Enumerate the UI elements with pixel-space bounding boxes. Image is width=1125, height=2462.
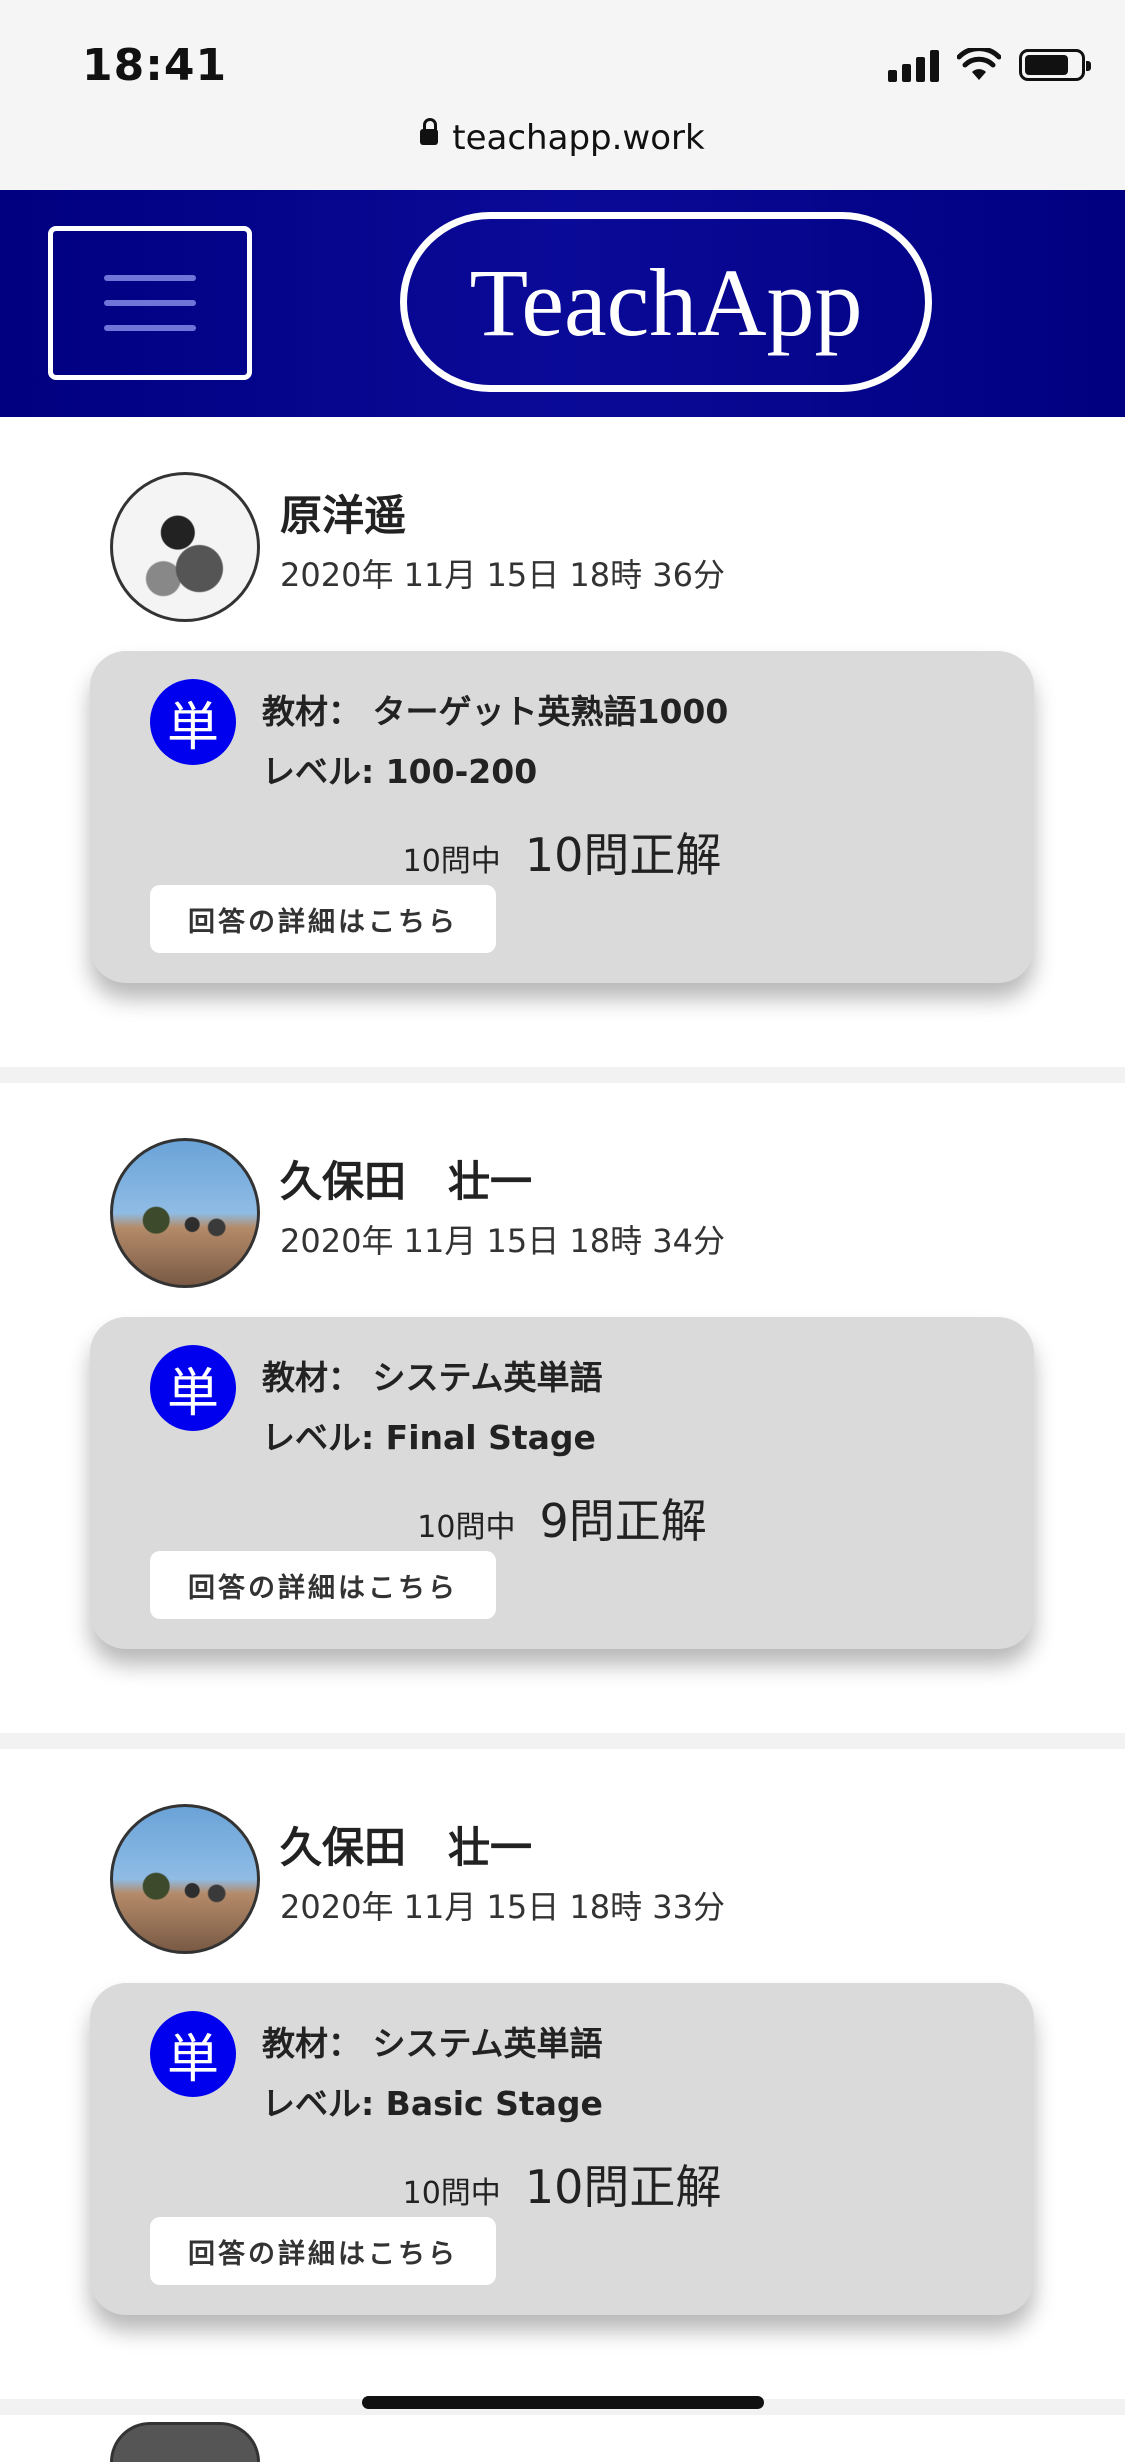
vocabulary-icon: 単 (150, 1345, 236, 1431)
score: 10問中 10問正解 (90, 2151, 1034, 2217)
post-date: 2020年 11月 15日 18時 33分 (280, 1888, 726, 1926)
post-date: 2020年 11月 15日 18時 34分 (280, 1222, 726, 1260)
avatar[interactable] (110, 2422, 260, 2462)
user-name: 原洋遥 (280, 491, 407, 540)
brand-logo[interactable]: TeachApp (400, 212, 932, 392)
material-label: 教材： ターゲット英熟語1000 (262, 692, 729, 731)
status-icons (888, 48, 1091, 82)
avatar[interactable] (110, 472, 260, 622)
answer-detail-button[interactable]: 回答の詳細はこちら (150, 2217, 496, 2285)
post-date: 2020年 11月 15日 18時 36分 (280, 556, 726, 594)
brand-text: TeachApp (469, 248, 863, 356)
result-card: 単 教材： システム英単語 レベル: Final Stage 10問中 9問正解 … (90, 1317, 1034, 1649)
avatar[interactable] (110, 1138, 260, 1288)
correct-count: 9問正解 (539, 1494, 707, 1548)
level-label: レベル: 100-200 (262, 752, 538, 791)
material-label: 教材： システム英単語 (262, 2024, 603, 2063)
url-text: teachapp.work (452, 118, 705, 158)
app-header: TeachApp (0, 190, 1125, 417)
level-label: レベル: Basic Stage (262, 2084, 603, 2123)
question-count: 10問中 (417, 1510, 516, 1545)
user-name: 久保田 壮一 (280, 1157, 533, 1206)
correct-count: 10問正解 (524, 828, 722, 882)
divider (0, 1067, 1125, 1083)
answer-detail-button[interactable]: 回答の詳細はこちら (150, 885, 496, 953)
user-name: 久保田 壮一 (280, 1823, 533, 1872)
answer-detail-button[interactable]: 回答の詳細はこちら (150, 1551, 496, 1619)
correct-count: 10問正解 (524, 2160, 722, 2214)
home-indicator[interactable] (362, 2396, 764, 2409)
result-feed: 原洋遥 2020年 11月 15日 18時 36分 単 教材： ターゲット英熟語… (0, 417, 1125, 2415)
vocabulary-icon: 単 (150, 679, 236, 765)
hamburger-icon[interactable] (48, 226, 252, 380)
battery-icon (1019, 49, 1091, 81)
avatar[interactable] (110, 1804, 260, 1954)
status-time: 18:41 (82, 40, 228, 91)
score: 10問中 9問正解 (90, 1485, 1034, 1551)
result-post: 久保田 壮一 2020年 11月 15日 18時 33分 単 教材： システム英… (0, 1749, 1125, 2399)
result-card: 単 教材： ターゲット英熟語1000 レベル: 100-200 10問中 10問正… (90, 651, 1034, 983)
level-label: レベル: Final Stage (262, 1418, 596, 1457)
vocabulary-icon: 単 (150, 2011, 236, 2097)
signal-icon (888, 48, 939, 82)
material-label: 教材： システム英単語 (262, 1358, 603, 1397)
url-bar[interactable]: teachapp.work (0, 117, 1125, 158)
wifi-icon (957, 48, 1001, 80)
result-card: 単 教材： システム英単語 レベル: Basic Stage 10問中 10問正解… (90, 1983, 1034, 2315)
score: 10問中 10問正解 (90, 819, 1034, 885)
lock-icon (420, 117, 439, 145)
result-post: 原洋遥 2020年 11月 15日 18時 36分 単 教材： ターゲット英熟語… (0, 417, 1125, 1067)
question-count: 10問中 (402, 844, 501, 879)
status-bar: 18:41 teachapp.work (0, 0, 1125, 190)
question-count: 10問中 (402, 2176, 501, 2211)
divider (0, 1733, 1125, 1749)
result-post: 久保田 壮一 2020年 11月 15日 18時 34分 単 教材： システム英… (0, 1083, 1125, 1733)
